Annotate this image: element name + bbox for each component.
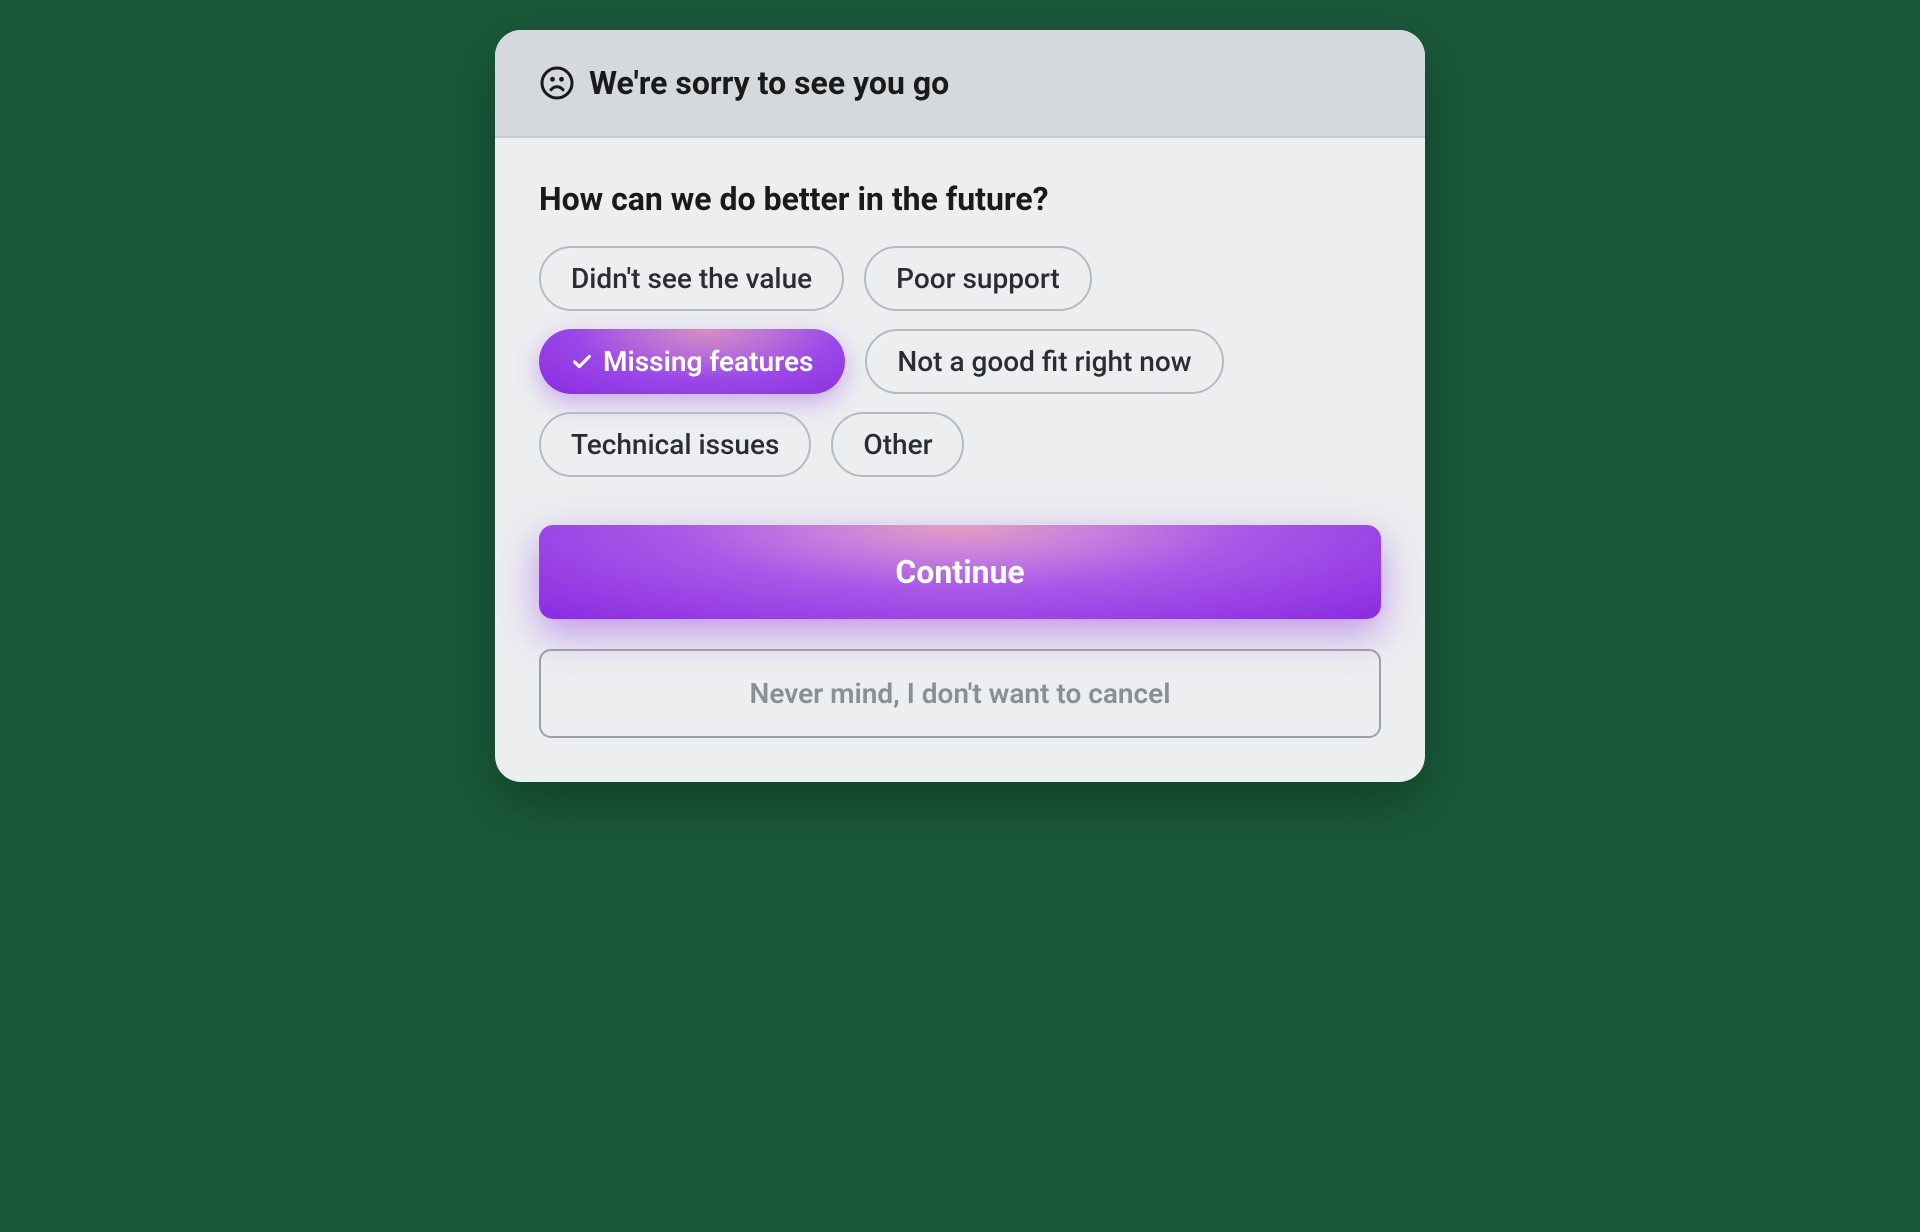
continue-button[interactable]: Continue	[539, 525, 1381, 619]
dialog-title: We're sorry to see you go	[589, 64, 949, 102]
chip-label: Didn't see the value	[571, 262, 812, 295]
reason-chip-didnt-see-value[interactable]: Didn't see the value	[539, 246, 844, 311]
sad-face-icon	[539, 65, 575, 101]
chip-label: Missing features	[603, 345, 813, 378]
reason-chip-group: Didn't see the value Poor support Missin…	[539, 246, 1381, 477]
nevermind-button[interactable]: Never mind, I don't want to cancel	[539, 649, 1381, 738]
reason-chip-poor-support[interactable]: Poor support	[864, 246, 1092, 311]
reason-chip-missing-features[interactable]: Missing features	[539, 329, 845, 394]
dialog-header: We're sorry to see you go	[495, 30, 1425, 138]
reason-chip-other[interactable]: Other	[831, 412, 964, 477]
reason-chip-technical-issues[interactable]: Technical issues	[539, 412, 811, 477]
cancel-feedback-dialog: We're sorry to see you go How can we do …	[495, 30, 1425, 782]
chip-label: Technical issues	[571, 428, 779, 461]
dialog-body: How can we do better in the future? Didn…	[495, 138, 1425, 782]
chip-label: Other	[863, 428, 932, 461]
chip-label: Poor support	[896, 262, 1060, 295]
feedback-question: How can we do better in the future?	[539, 180, 1381, 218]
reason-chip-not-good-fit[interactable]: Not a good fit right now	[865, 329, 1223, 394]
chip-label: Not a good fit right now	[897, 345, 1191, 378]
check-icon	[571, 351, 593, 373]
